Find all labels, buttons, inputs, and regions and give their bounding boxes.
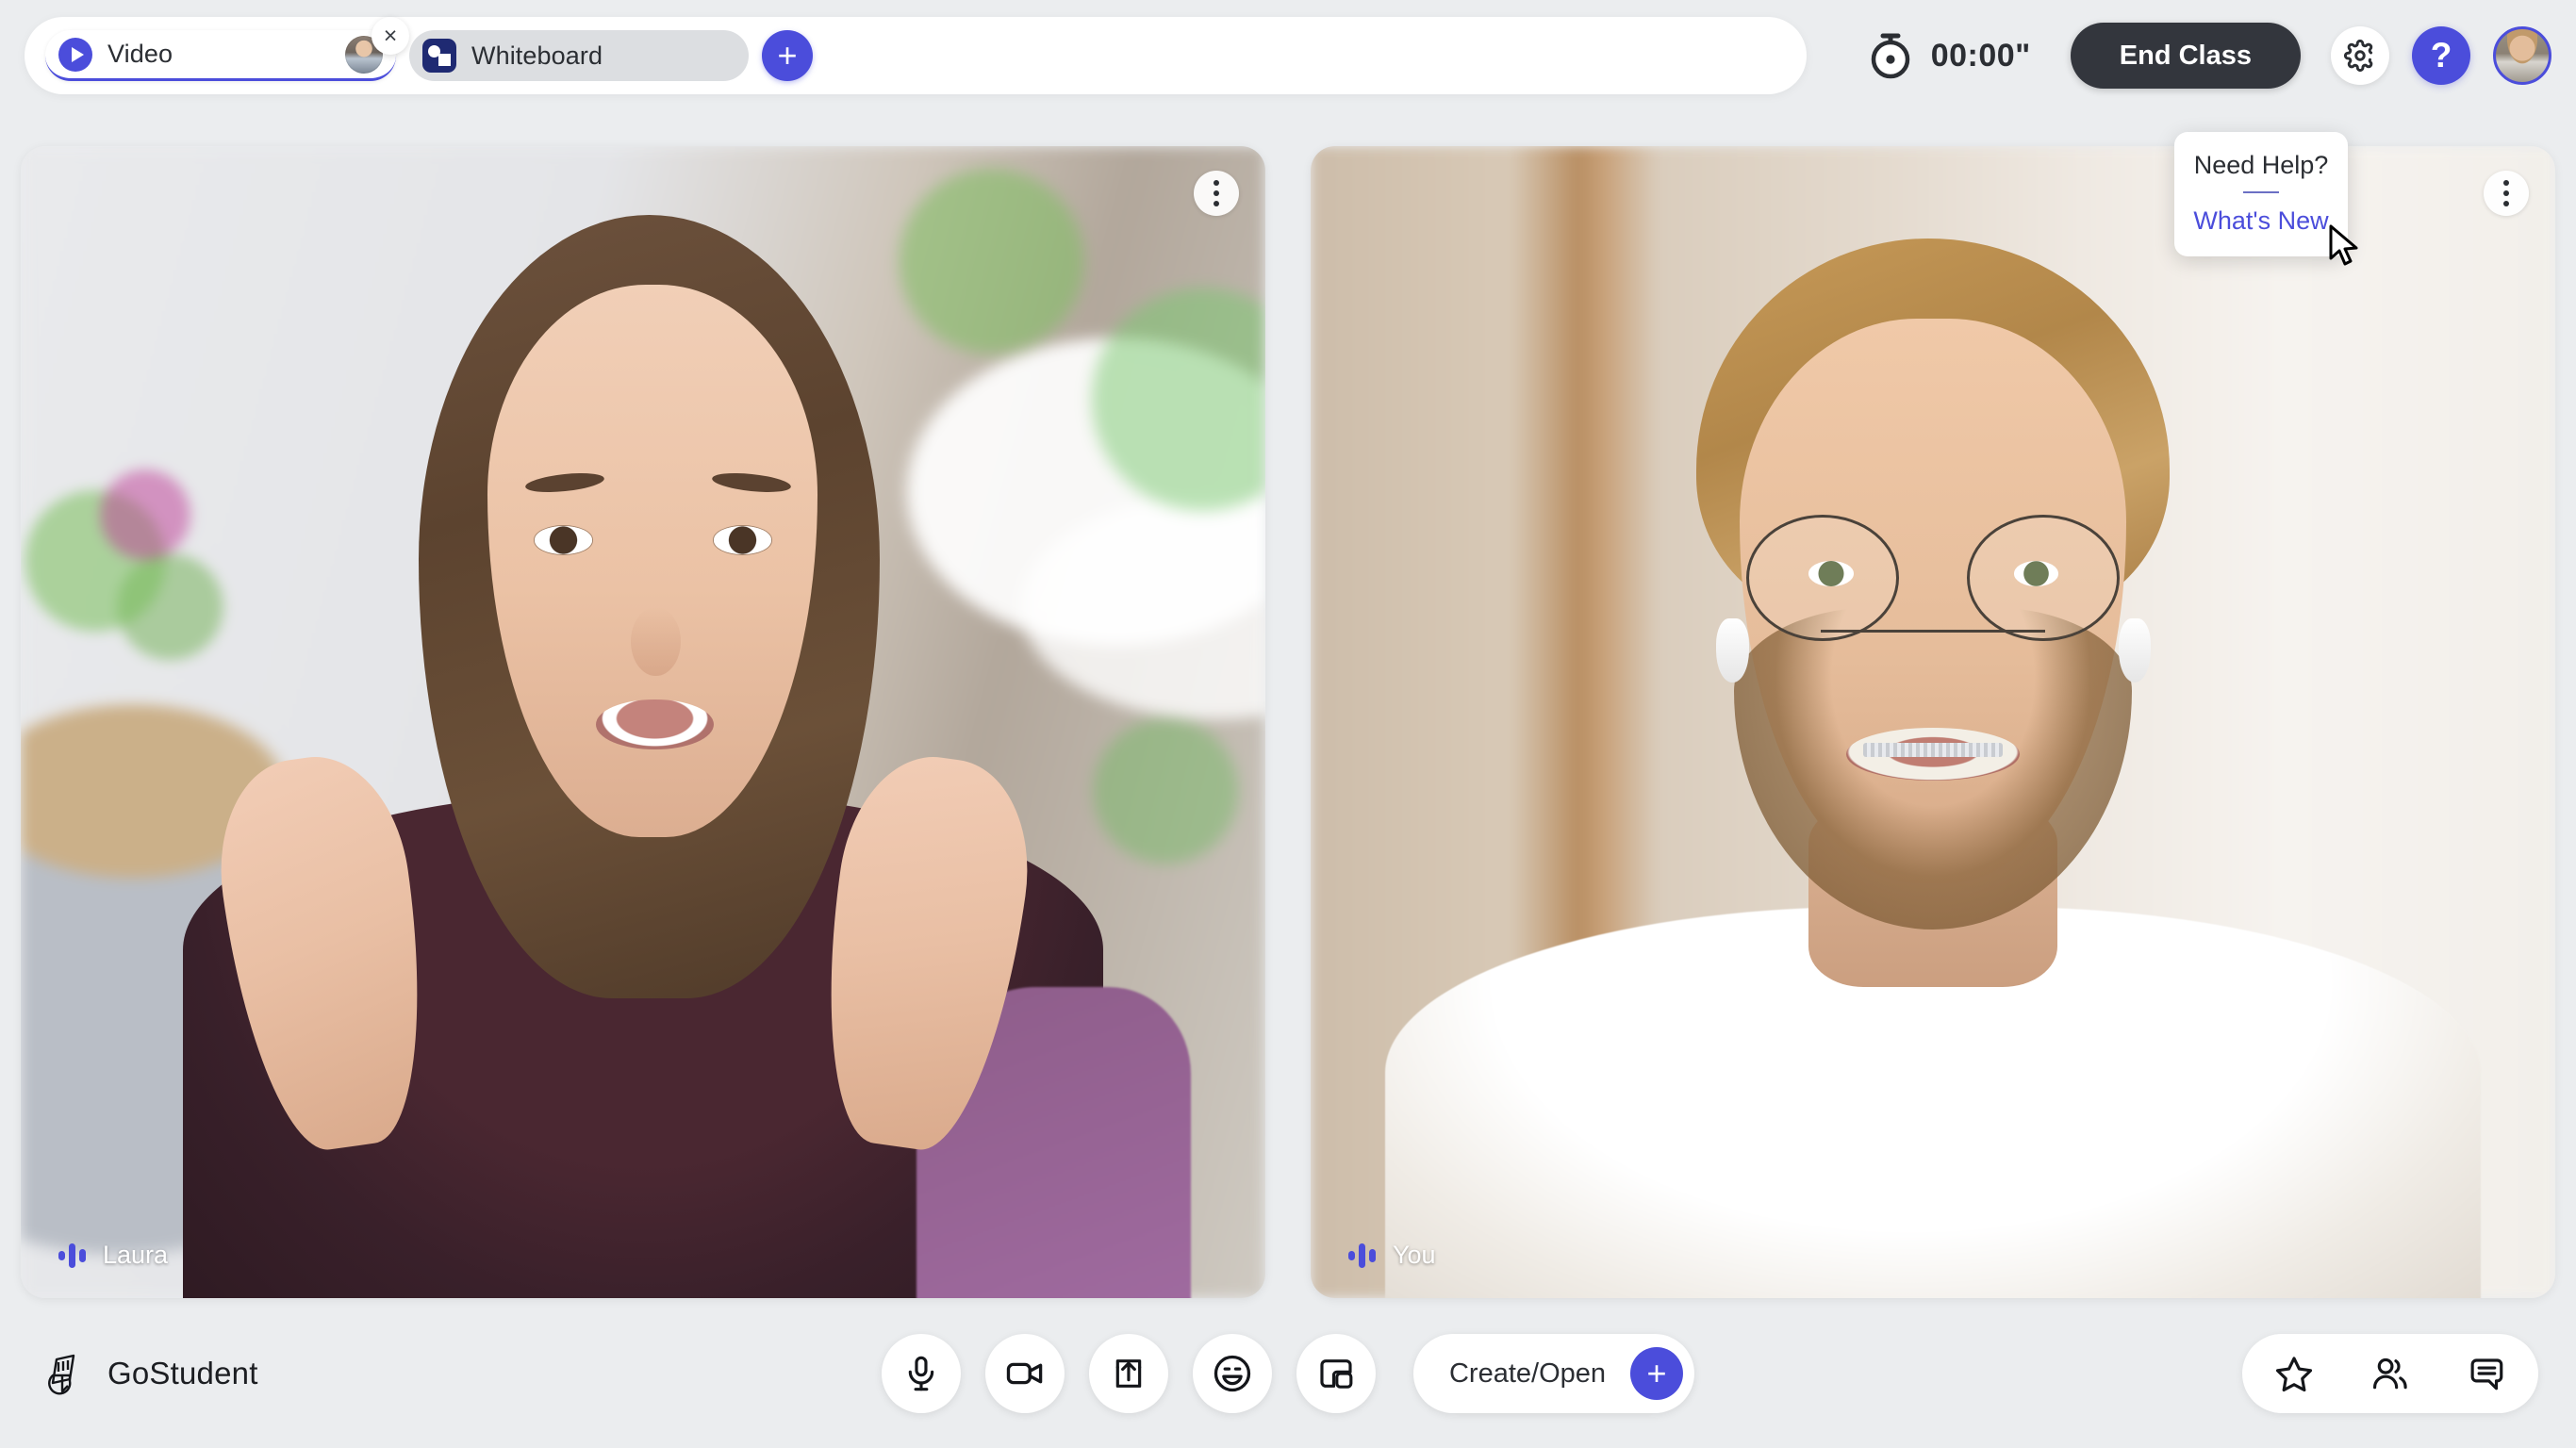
plus-icon: +: [1630, 1347, 1684, 1400]
tab-whiteboard-label: Whiteboard: [471, 41, 603, 70]
audio-level-icon: [1348, 1242, 1376, 1270]
need-help-popup: Need Help? What's New: [2174, 132, 2348, 256]
top-tab-bar: Video × Whiteboard +: [25, 17, 1807, 94]
settings-button[interactable]: [2331, 26, 2389, 85]
favorites-button[interactable]: [2274, 1354, 2314, 1393]
video-tile-you[interactable]: You: [1311, 146, 2555, 1298]
tile-menu-laura[interactable]: [1194, 171, 1239, 216]
reactions-button[interactable]: [1192, 1334, 1272, 1413]
smiley-face-icon: [1213, 1354, 1252, 1393]
whiteboard-icon: [422, 39, 456, 73]
tab-whiteboard[interactable]: Whiteboard: [409, 30, 749, 81]
tab-video-label: Video: [107, 40, 173, 68]
tile-menu-you[interactable]: [2484, 171, 2529, 216]
play-circle-icon: [58, 37, 92, 72]
tile-name-you: You: [1348, 1241, 1436, 1270]
brand-name: GoStudent: [107, 1356, 258, 1390]
share-upload-icon: [1110, 1355, 1148, 1392]
video-camera-icon: [1005, 1354, 1045, 1393]
top-bar-actions: 00:00" End Class ?: [1865, 17, 2551, 94]
end-class-button[interactable]: End Class: [2070, 23, 2301, 89]
video-stream-you: [1311, 146, 2555, 1298]
more-vertical-icon: [2503, 180, 2509, 186]
gear-icon: [2344, 40, 2376, 72]
user-avatar[interactable]: [2493, 26, 2551, 85]
popup-divider: [2243, 191, 2279, 193]
timer-value: 00:00": [1930, 37, 2031, 74]
picture-in-picture-button[interactable]: [1296, 1334, 1376, 1413]
tile-name-laura: Laura: [58, 1241, 168, 1270]
media-controls: Create/Open +: [881, 1334, 1695, 1413]
close-icon[interactable]: ×: [372, 17, 409, 55]
chat-button[interactable]: [2467, 1354, 2506, 1393]
camera-button[interactable]: [984, 1334, 1065, 1413]
gostudent-logo-icon: [41, 1349, 91, 1398]
participants-button[interactable]: [2370, 1354, 2410, 1393]
class-timer: 00:00": [1865, 30, 2031, 81]
video-stream-laura: [21, 146, 1265, 1298]
create-open-button[interactable]: Create/Open +: [1412, 1334, 1695, 1413]
more-vertical-icon: [1214, 180, 1219, 186]
picture-in-picture-icon: [1317, 1355, 1355, 1392]
participant-name: You: [1393, 1241, 1436, 1269]
add-tab-button[interactable]: +: [762, 30, 813, 81]
need-help-title: Need Help?: [2193, 151, 2329, 179]
right-control-group: [2242, 1334, 2538, 1413]
whats-new-link[interactable]: What's New: [2174, 206, 2348, 236]
help-button[interactable]: ?: [2412, 26, 2470, 85]
participant-name: Laura: [103, 1241, 169, 1269]
video-tile-laura[interactable]: Laura: [21, 146, 1265, 1298]
microphone-button[interactable]: [881, 1334, 961, 1413]
class-room-app: Video × Whiteboard + 00:00" End Class ? …: [0, 0, 2576, 1448]
bottom-control-bar: GoStudent Create/Open +: [0, 1299, 2576, 1448]
tab-video[interactable]: Video ×: [45, 17, 409, 81]
chat-bubble-icon: [2467, 1354, 2506, 1393]
star-icon: [2274, 1354, 2314, 1393]
question-mark-icon: ?: [2430, 36, 2452, 74]
audio-level-icon: [58, 1242, 86, 1270]
people-icon: [2370, 1354, 2410, 1393]
stopwatch-icon: [1865, 30, 1916, 81]
create-open-label: Create/Open: [1448, 1358, 1607, 1389]
microphone-icon: [902, 1355, 940, 1392]
share-screen-button[interactable]: [1088, 1334, 1168, 1413]
gostudent-brand: GoStudent: [41, 1349, 258, 1398]
